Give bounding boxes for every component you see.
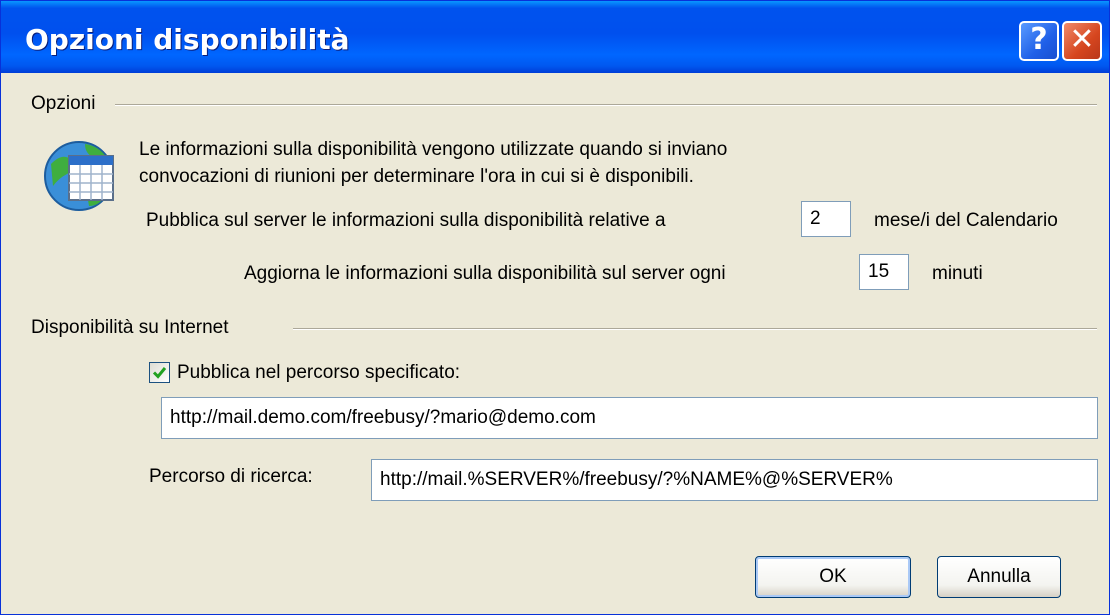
help-icon: ? (1030, 22, 1048, 57)
publish-months-input[interactable]: 2 (801, 201, 851, 237)
publish-months-unit: mese/i del Calendario (874, 210, 1058, 231)
search-path-label: Percorso di ricerca: (149, 466, 313, 487)
dialog-title: Opzioni disponibilità (25, 23, 350, 56)
options-group-label: Opzioni (31, 93, 96, 114)
publish-path-checkbox-label[interactable]: Pubblica nel percorso specificato: (177, 362, 460, 384)
publish-url-input[interactable]: http://mail.demo.com/freebusy/?mario@dem… (161, 397, 1098, 439)
options-description-line-1: Le informazioni sulla disponibilità veng… (139, 139, 728, 160)
free-busy-options-dialog: Opzioni disponibilità ? ✕ Opzioni Le inf… (0, 0, 1110, 615)
calendar-globe-icon (44, 141, 114, 211)
internet-group-label: Disponibilità su Internet (31, 317, 229, 338)
ok-button[interactable]: OK (755, 556, 911, 598)
title-bar[interactable]: Opzioni disponibilità ? ✕ (1, 1, 1109, 73)
internet-separator (293, 328, 1097, 330)
cancel-button[interactable]: Annulla (937, 556, 1061, 598)
options-description-line-2: convocazioni di riunioni per determinare… (139, 166, 694, 187)
search-path-input[interactable]: http://mail.%SERVER%/freebusy/?%NAME%@%S… (371, 459, 1098, 501)
update-interval-unit: minuti (932, 263, 983, 284)
close-button[interactable]: ✕ (1062, 21, 1102, 61)
update-interval-label: Aggiorna le informazioni sulla disponibi… (244, 263, 726, 284)
checkmark-icon (152, 367, 167, 379)
publish-path-checkbox[interactable] (149, 362, 170, 383)
update-interval-input[interactable]: 15 (859, 254, 909, 290)
help-button[interactable]: ? (1019, 21, 1059, 61)
publish-months-label: Pubblica sul server le informazioni sull… (146, 210, 666, 231)
close-icon: ✕ (1069, 22, 1095, 57)
options-separator (115, 104, 1097, 106)
